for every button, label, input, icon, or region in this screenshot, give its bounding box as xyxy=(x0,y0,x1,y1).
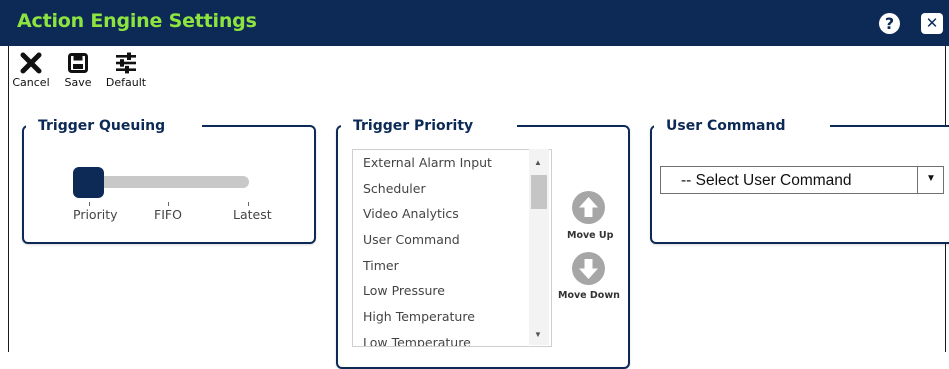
select-value: -- Select User Command xyxy=(681,172,852,189)
slider-label-latest: Latest xyxy=(233,207,272,222)
queuing-slider-handle[interactable] xyxy=(73,167,104,198)
trigger-priority-list[interactable]: External Alarm Input Scheduler Video Ana… xyxy=(352,149,552,347)
move-up-label: Move Up xyxy=(567,230,614,241)
title-bar: Action Engine Settings ? ✕ xyxy=(0,0,949,46)
user-command-title: User Command xyxy=(654,114,830,138)
frame-border-left xyxy=(8,46,9,352)
slider-tick-priority xyxy=(89,202,90,206)
x-icon xyxy=(20,52,42,74)
scroll-up-icon[interactable]: ▲ xyxy=(534,158,542,167)
sliders-icon xyxy=(116,52,136,74)
move-up-button[interactable] xyxy=(572,191,605,224)
list-item[interactable]: Low Temperature xyxy=(353,330,551,346)
list-item[interactable]: Timer xyxy=(353,253,551,279)
slider-tick-latest xyxy=(248,202,249,206)
list-item[interactable]: Scheduler xyxy=(353,176,551,202)
save-button[interactable]: Save xyxy=(60,52,96,89)
arrow-down-circle-icon xyxy=(579,259,598,279)
scrollbar-thumb[interactable] xyxy=(531,175,547,209)
list-item[interactable]: High Temperature xyxy=(353,304,551,330)
cancel-label: Cancel xyxy=(12,76,50,89)
list-item[interactable]: External Alarm Input xyxy=(353,150,551,176)
trigger-queuing-title: Trigger Queuing xyxy=(26,114,202,138)
floppy-disk-icon xyxy=(68,53,88,73)
chevron-down-icon[interactable]: ▼ xyxy=(926,173,936,184)
slider-tick-fifo xyxy=(168,202,169,206)
close-button[interactable]: ✕ xyxy=(921,13,943,34)
scroll-down-icon[interactable]: ▼ xyxy=(534,330,542,339)
default-label: Default xyxy=(105,76,147,89)
select-divider xyxy=(917,167,918,193)
save-label: Save xyxy=(64,76,92,89)
arrow-up-circle-icon xyxy=(579,197,598,217)
move-down-button[interactable] xyxy=(572,252,605,285)
slider-label-priority: Priority xyxy=(73,207,118,222)
close-icon: ✕ xyxy=(925,14,939,32)
list-item[interactable]: User Command xyxy=(353,227,551,253)
user-command-select[interactable]: -- Select User Command ▼ xyxy=(660,166,944,194)
window-title: Action Engine Settings xyxy=(17,10,257,32)
list-item[interactable]: Low Pressure xyxy=(353,278,551,304)
trigger-priority-title: Trigger Priority xyxy=(341,114,517,138)
default-button[interactable]: Default xyxy=(100,52,152,89)
list-item[interactable]: Video Analytics xyxy=(353,201,551,227)
cancel-button[interactable]: Cancel xyxy=(9,52,53,89)
help-button[interactable]: ? xyxy=(879,13,900,34)
slider-label-fifo: FIFO xyxy=(154,207,182,222)
move-down-label: Move Down xyxy=(558,290,620,301)
question-icon: ? xyxy=(884,14,895,33)
